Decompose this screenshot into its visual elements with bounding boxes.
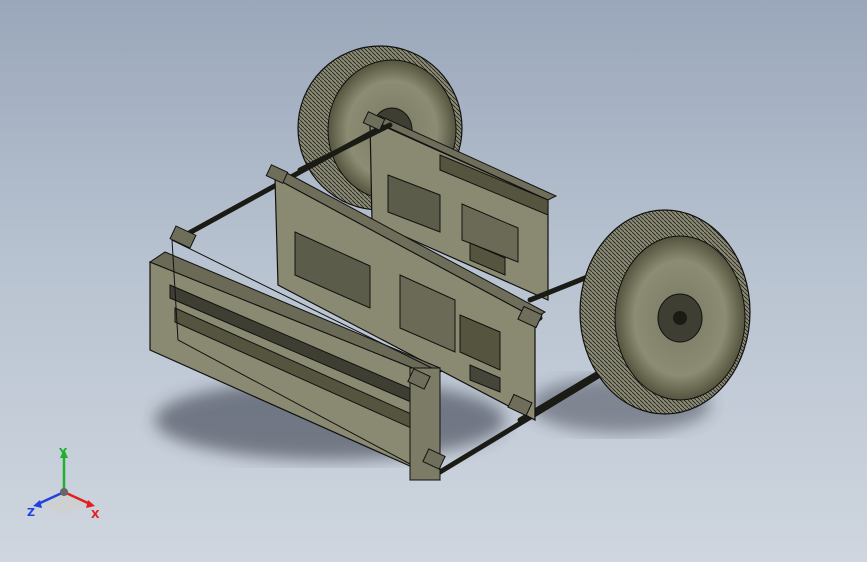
triad-z-label: Z: [27, 506, 35, 519]
orientation-triad[interactable]: Y X Z: [24, 446, 114, 526]
triad-y-label: Y: [58, 446, 68, 459]
front-wheel[interactable]: [579, 209, 751, 415]
x-axis-head-icon: [86, 500, 95, 508]
triad-origin-icon: [60, 488, 68, 496]
triad-x-label: X: [91, 508, 100, 521]
robot-chassis-model[interactable]: [0, 0, 867, 562]
cad-viewport[interactable]: Y X Z: [0, 0, 867, 562]
